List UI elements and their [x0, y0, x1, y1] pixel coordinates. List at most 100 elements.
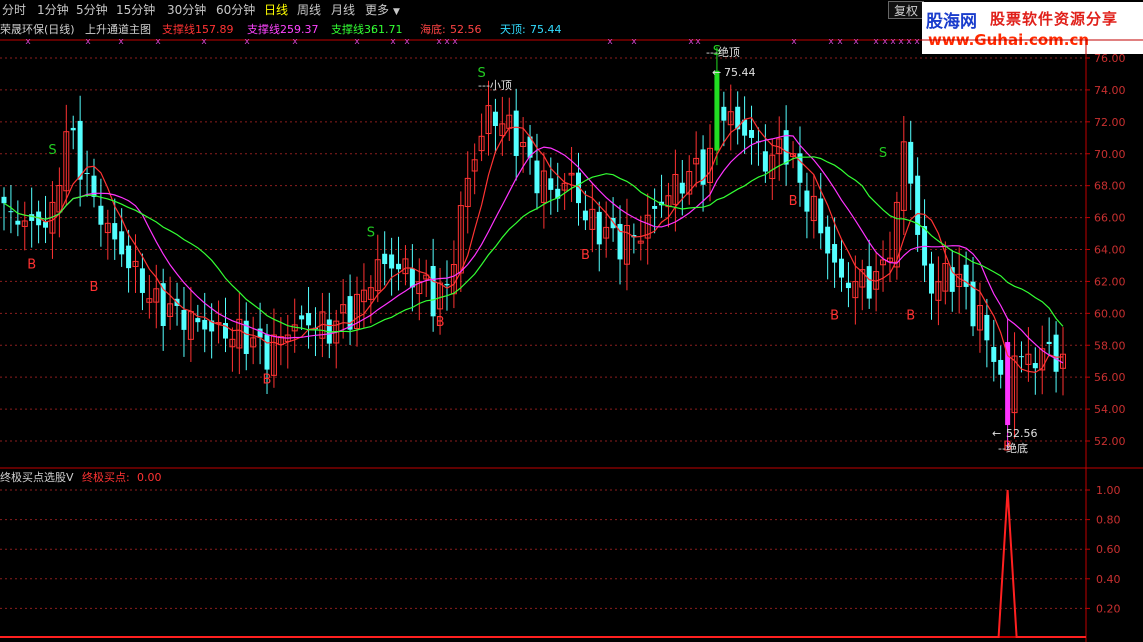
x-marker: x [85, 37, 91, 47]
candle-body [1053, 334, 1059, 372]
sell-signal-s: S [879, 146, 887, 161]
candle-body [762, 151, 768, 172]
candle-body [43, 221, 49, 228]
buy-signal-b: B [27, 258, 36, 273]
x-marker: x [607, 37, 613, 47]
candle-body [84, 172, 90, 174]
price-label: 68.00 [1094, 180, 1126, 193]
candle-body [430, 265, 436, 317]
price-label: 76.00 [1094, 52, 1126, 65]
kline-chart[interactable]: 76.00 74.00 72.00 70.00 68.00 66.00 64.00 62.00… [0, 0, 1143, 642]
candle-body [98, 205, 104, 225]
x-marker: x [837, 37, 843, 47]
candle-body [347, 296, 353, 330]
abs-bottom-value: 52.56 [1006, 427, 1038, 440]
candle-body [15, 220, 21, 225]
x-marker: x [354, 37, 360, 47]
candle-body [112, 223, 118, 240]
price-label: 72.00 [1094, 116, 1126, 129]
small-top-annotation: ---小顶 [478, 79, 512, 92]
candle-body [1046, 341, 1052, 345]
x-marker: x [118, 37, 124, 47]
candle-body [119, 231, 125, 255]
candle-body [749, 130, 755, 138]
price-label: 60.00 [1094, 307, 1126, 320]
buy-signal-b: B [581, 248, 590, 263]
candle-body [77, 120, 83, 180]
candle-body [548, 178, 554, 190]
price-label: 64.00 [1094, 244, 1126, 257]
candle-body [70, 127, 76, 131]
candle-body [139, 268, 145, 293]
candle-body [126, 245, 132, 269]
candle-body [825, 226, 831, 254]
x-marker: x [244, 37, 250, 47]
x-marker: x [906, 37, 912, 47]
x-marker: x [390, 37, 396, 47]
price-label: 52.00 [1094, 435, 1126, 448]
indicator-label: 0.80 [1096, 514, 1121, 527]
x-marker: x [25, 37, 31, 47]
candle-body [991, 347, 997, 362]
price-label: 62.00 [1094, 275, 1126, 288]
candle-body [29, 214, 35, 221]
indicator-label: 0.60 [1096, 543, 1121, 556]
candle-body [534, 160, 540, 194]
candle-body [915, 175, 921, 235]
candle-body [832, 244, 838, 263]
candle-body [984, 314, 990, 341]
candle-body [8, 211, 14, 213]
candle-body [492, 111, 498, 126]
abs-top-value: 75.44 [724, 66, 756, 79]
candle-body [839, 258, 845, 278]
x-marker: x [890, 37, 896, 47]
sell-signal-s: S [48, 143, 56, 158]
x-marker: x [452, 37, 458, 47]
candle-body [202, 319, 208, 330]
candle-body [409, 268, 415, 288]
candle-body [818, 198, 824, 234]
buy-signal-b: B [436, 315, 445, 330]
abs-bottom-arrow: ← [992, 427, 1001, 440]
x-marker: x [695, 37, 701, 47]
x-marker: x [914, 37, 920, 47]
candle-body [444, 283, 450, 286]
candle-body [396, 263, 402, 270]
candle-body [998, 359, 1004, 375]
abs-top-arrow: ← [712, 66, 721, 79]
price-label: 66.00 [1094, 212, 1126, 225]
candle-body [596, 211, 602, 245]
candle-body [1, 196, 7, 204]
x-marker: x [688, 37, 694, 47]
stock-chart-window: 分时 1分钟 5分钟 15分钟 30分钟 60分钟 日线 周线 月线 更多 ▼ … [0, 0, 1143, 642]
candle-body [679, 182, 685, 194]
candle-body [513, 110, 519, 156]
indicator-label: 0.40 [1096, 573, 1121, 586]
price-label: 74.00 [1094, 84, 1126, 97]
candle-body [804, 190, 810, 212]
indicator-signal-line [0, 489, 1086, 638]
price-label: 58.00 [1094, 339, 1126, 352]
price-label: 56.00 [1094, 371, 1126, 384]
candle-body [382, 253, 388, 265]
sell-signal-s: S [367, 226, 375, 241]
price-label: 70.00 [1094, 148, 1126, 161]
candle-body [181, 309, 187, 330]
indicator-label: 0.20 [1096, 602, 1121, 615]
x-marker: x [828, 37, 834, 47]
x-marker: x [898, 37, 904, 47]
x-marker: x [155, 37, 161, 47]
candle-body [928, 263, 934, 294]
x-marker: x [201, 37, 207, 47]
x-marker: x [436, 37, 442, 47]
candle-body [195, 318, 201, 323]
candle-body [908, 141, 914, 184]
candle-body [264, 334, 270, 370]
buy-signal-b: B [906, 309, 915, 324]
x-marker: x [853, 37, 859, 47]
candle-body [306, 313, 312, 326]
candle-body [1032, 363, 1038, 369]
price-label: 54.00 [1094, 403, 1126, 416]
candle-body [389, 254, 395, 269]
x-marker: x [404, 37, 410, 47]
